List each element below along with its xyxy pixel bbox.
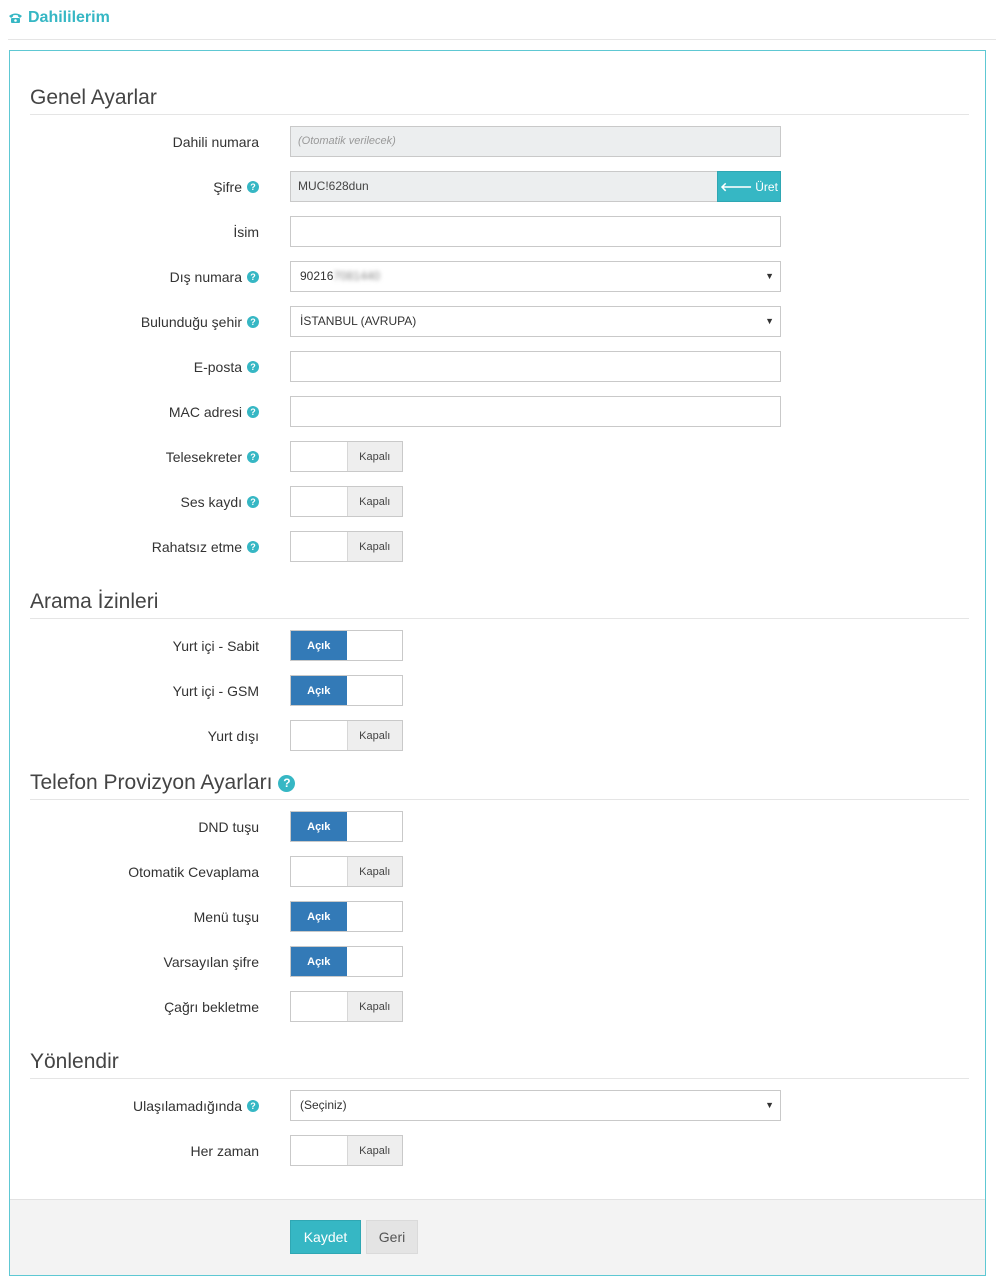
unreachable-label: Ulaşılamadığında?: [133, 1090, 259, 1122]
help-icon[interactable]: ?: [247, 271, 259, 283]
dnd-key-label: DND tuşu: [198, 819, 259, 835]
auto-answer-label: Otomatik Cevaplama: [128, 864, 259, 880]
help-icon[interactable]: ?: [247, 451, 259, 463]
section-title-forwarding: Yönlendir: [30, 1050, 119, 1073]
page-header: Dahililerim: [8, 6, 110, 30]
menu-key-label: Menü tuşu: [193, 909, 259, 925]
row-mac: MAC adresi?: [10, 396, 985, 428]
row-always: Her zaman Kapalı: [10, 1135, 985, 1167]
row-auto-answer: Otomatik Cevaplama Kapalı: [10, 856, 985, 888]
row-city: Bulunduğu şehir? İSTANBUL (AVRUPA) ▼: [10, 306, 985, 338]
arrow-left-icon: 🡐: [720, 180, 753, 194]
unreachable-select[interactable]: (Seçiniz) ▼: [290, 1090, 781, 1121]
caret-down-icon: ▼: [765, 316, 774, 326]
outer-number-select[interactable]: 902167081440 ▼: [290, 261, 781, 292]
mac-label: MAC adresi?: [169, 396, 259, 428]
call-waiting-toggle[interactable]: Kapalı: [290, 991, 403, 1022]
domestic-gsm-label: Yurt içi - GSM: [172, 683, 259, 699]
row-email: E-posta?: [10, 351, 985, 383]
phone-icon: [9, 13, 22, 23]
help-icon[interactable]: ?: [247, 541, 259, 553]
help-icon[interactable]: ?: [247, 181, 259, 193]
mac-input[interactable]: [290, 396, 781, 427]
section-divider: [30, 799, 969, 800]
row-international: Yurt dışı Kapalı: [10, 720, 985, 752]
menu-key-toggle[interactable]: Açık: [290, 901, 403, 932]
row-password: Şifre? MUC!628dun 🡐 Üret: [10, 171, 985, 203]
international-toggle[interactable]: Kapalı: [290, 720, 403, 751]
row-domestic-fixed: Yurt içi - Sabit Açık: [10, 630, 985, 662]
help-icon[interactable]: ?: [278, 774, 296, 792]
extension-label: Dahili numara: [172, 134, 259, 150]
row-extension: Dahili numara (Otomatik verilecek): [10, 126, 985, 158]
row-recording: Ses kaydı? Kapalı: [10, 486, 985, 518]
row-default-password: Varsayılan şifre Açık: [10, 946, 985, 978]
password-input[interactable]: MUC!628dun: [290, 171, 718, 202]
always-toggle[interactable]: Kapalı: [290, 1135, 403, 1166]
section-divider: [30, 618, 969, 619]
header-divider: [8, 39, 996, 40]
city-label: Bulunduğu şehir?: [141, 306, 259, 338]
domestic-fixed-toggle[interactable]: Açık: [290, 630, 403, 661]
section-title-call-permissions: Arama İzinleri: [30, 590, 159, 613]
recording-toggle[interactable]: Kapalı: [290, 486, 403, 517]
row-name: İsim: [10, 216, 985, 248]
always-label: Her zaman: [190, 1143, 259, 1159]
section-title-provisioning: Telefon Provizyon Ayarları?: [30, 771, 296, 795]
dnd-toggle[interactable]: Kapalı: [290, 531, 403, 562]
call-waiting-label: Çağrı bekletme: [164, 999, 259, 1015]
help-icon[interactable]: ?: [247, 496, 259, 508]
extension-input[interactable]: (Otomatik verilecek): [290, 126, 781, 157]
default-password-label: Varsayılan şifre: [163, 954, 259, 970]
extension-form-panel: Genel Ayarlar Dahili numara (Otomatik ve…: [9, 50, 986, 1276]
help-icon[interactable]: ?: [247, 1100, 259, 1112]
dnd-key-toggle[interactable]: Açık: [290, 811, 403, 842]
email-label: E-posta?: [194, 351, 259, 383]
name-label: İsim: [233, 224, 259, 240]
generate-password-button[interactable]: 🡐 Üret: [717, 171, 781, 202]
row-unreachable: Ulaşılamadığında? (Seçiniz) ▼: [10, 1090, 985, 1122]
city-select[interactable]: İSTANBUL (AVRUPA) ▼: [290, 306, 781, 337]
auto-answer-toggle[interactable]: Kapalı: [290, 856, 403, 887]
section-divider: [30, 114, 969, 115]
caret-down-icon: ▼: [765, 1100, 774, 1110]
help-icon[interactable]: ?: [247, 406, 259, 418]
voicemail-label: Telesekreter?: [166, 441, 259, 473]
row-dnd: Rahatsız etme? Kapalı: [10, 531, 985, 563]
form-footer: [10, 1199, 985, 1275]
default-password-toggle[interactable]: Açık: [290, 946, 403, 977]
dnd-label: Rahatsız etme?: [152, 531, 259, 563]
row-dnd-key: DND tuşu Açık: [10, 811, 985, 843]
masked-number: 7081440: [333, 269, 381, 283]
recording-label: Ses kaydı?: [181, 486, 259, 518]
section-divider: [30, 1078, 969, 1079]
save-button[interactable]: Kaydet: [290, 1220, 361, 1254]
caret-down-icon: ▼: [765, 271, 774, 281]
name-input[interactable]: [290, 216, 781, 247]
row-menu-key: Menü tuşu Açık: [10, 901, 985, 933]
row-domestic-gsm: Yurt içi - GSM Açık: [10, 675, 985, 707]
email-input[interactable]: [290, 351, 781, 382]
international-label: Yurt dışı: [207, 728, 259, 744]
page-title: Dahililerim: [28, 9, 110, 26]
back-button[interactable]: Geri: [366, 1220, 418, 1254]
help-icon[interactable]: ?: [247, 316, 259, 328]
section-title-general: Genel Ayarlar: [30, 86, 157, 109]
password-label: Şifre?: [213, 171, 259, 203]
outer-number-label: Dış numara?: [170, 261, 259, 293]
voicemail-toggle[interactable]: Kapalı: [290, 441, 403, 472]
domestic-gsm-toggle[interactable]: Açık: [290, 675, 403, 706]
row-call-waiting: Çağrı bekletme Kapalı: [10, 991, 985, 1023]
row-outer-number: Dış numara? 902167081440 ▼: [10, 261, 985, 293]
domestic-fixed-label: Yurt içi - Sabit: [172, 638, 259, 654]
help-icon[interactable]: ?: [247, 361, 259, 373]
row-voicemail: Telesekreter? Kapalı: [10, 441, 985, 473]
